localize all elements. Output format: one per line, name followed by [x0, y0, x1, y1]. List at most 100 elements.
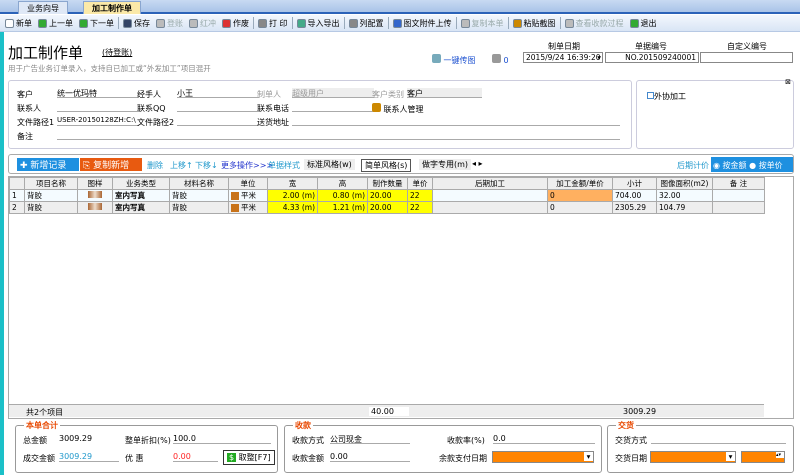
customer-field[interactable]: 统一优玛特: [57, 88, 139, 98]
round-button[interactable]: $ 取整[F7]: [223, 450, 275, 465]
customer-type-field[interactable]: 客户: [407, 88, 482, 98]
table-cell[interactable]: [432, 189, 548, 202]
number-field[interactable]: NO.201509240001: [605, 52, 699, 63]
column-header[interactable]: 小计: [612, 177, 657, 190]
move-down-link[interactable]: 下移↓: [195, 160, 218, 171]
table-cell[interactable]: 背胶: [24, 201, 78, 214]
column-header[interactable]: 制作数量: [367, 177, 408, 190]
column-header[interactable]: 后期加工: [432, 177, 548, 190]
table-cell[interactable]: 104.79: [656, 201, 713, 214]
tab-business-guide[interactable]: 业务向导: [18, 1, 68, 14]
path2-field[interactable]: [177, 116, 259, 126]
payment-amount-field[interactable]: 0.00: [330, 452, 410, 462]
table-cell[interactable]: 2: [9, 201, 25, 214]
qq-field[interactable]: [177, 102, 259, 112]
table-cell[interactable]: [712, 189, 765, 202]
copy-add-button[interactable]: ⎘ 复制新增: [80, 158, 142, 171]
table-cell[interactable]: 22: [407, 189, 433, 202]
contact-field[interactable]: [57, 102, 139, 112]
handler-field[interactable]: 小王: [177, 88, 259, 98]
table-row[interactable]: 1 背胶 室内写真 背胶 平米 2.00 (m) 0.80 (m) 20.00 22 0 704.0…: [9, 189, 765, 202]
table-cell[interactable]: 1.21 (m): [317, 201, 368, 214]
send-image-button[interactable]: 一键传图: [432, 54, 476, 66]
path1-field[interactable]: USER-20150128ZH:C:\: [57, 116, 139, 126]
more-actions-link[interactable]: 更多操作>>>: [221, 160, 273, 171]
paste-screenshot-button[interactable]: 粘贴截图: [511, 18, 558, 29]
column-header[interactable]: 加工金额/单价: [547, 177, 613, 190]
table-cell[interactable]: 2.00 (m): [267, 189, 318, 202]
column-header[interactable]: 项目名称: [24, 177, 78, 190]
move-up-link[interactable]: 上移↑: [170, 160, 193, 171]
table-cell[interactable]: 0: [547, 201, 613, 214]
style-link[interactable]: 单据样式: [268, 160, 300, 171]
custom-number-field[interactable]: [700, 52, 793, 63]
discount-field[interactable]: 100.0: [173, 434, 271, 444]
table-cell[interactable]: [77, 189, 113, 202]
column-header[interactable]: 单价: [407, 177, 433, 190]
pricing-mode[interactable]: ◉ 按金额 ● 按单价: [711, 157, 793, 172]
table-cell[interactable]: 0.80 (m): [317, 189, 368, 202]
close-icon[interactable]: ⊠: [785, 78, 791, 86]
table-cell[interactable]: [432, 201, 548, 214]
payment-rate-field[interactable]: 0.0: [493, 434, 595, 444]
phone-field[interactable]: [292, 102, 374, 112]
import-export-button[interactable]: 导入导出: [295, 18, 342, 29]
column-config-button[interactable]: 列配置: [347, 18, 386, 29]
delivery-time-spinner[interactable]: ▴▾: [741, 451, 785, 463]
upload-attachment-button[interactable]: 图文附件上传: [391, 18, 454, 29]
table-cell[interactable]: 室内写真: [112, 189, 170, 202]
table-cell[interactable]: 22: [407, 201, 433, 214]
status-link[interactable]: (待登账): [102, 47, 132, 58]
due-date-field[interactable]: ▾: [492, 451, 594, 463]
table-cell[interactable]: 4.33 (m): [267, 201, 318, 214]
deal-field[interactable]: 3009.29: [59, 452, 119, 462]
table-cell[interactable]: 32.00: [656, 189, 713, 202]
table-cell[interactable]: 背胶: [24, 189, 78, 202]
column-header[interactable]: 备 注: [712, 177, 765, 190]
table-cell[interactable]: 20.00: [367, 201, 408, 214]
column-header[interactable]: 单位: [228, 177, 268, 190]
payment-method-field[interactable]: 公司现金: [330, 434, 410, 444]
column-header[interactable]: 图样: [77, 177, 113, 190]
delete-link[interactable]: 删除: [147, 160, 163, 171]
promo-field[interactable]: 0.00: [173, 452, 218, 462]
tab-processing-order[interactable]: 加工制作单: [83, 1, 141, 14]
table-cell[interactable]: 1: [9, 189, 25, 202]
table-row[interactable]: 2 背胶 室内写真 背胶 平米 4.33 (m) 1.21 (m) 20.00 22 0 2305.…: [9, 201, 765, 214]
style-lettering[interactable]: 做字专用(m): [419, 159, 472, 170]
style-simple[interactable]: 简单风格(s): [361, 159, 412, 172]
add-record-button[interactable]: ✚ 新增记录: [17, 158, 79, 171]
delivery-method-field[interactable]: [651, 434, 786, 444]
table-cell[interactable]: [712, 201, 765, 214]
scroll-arrows[interactable]: ◂ ▸: [472, 159, 483, 168]
exit-button[interactable]: 退出: [628, 18, 659, 29]
style-standard[interactable]: 标准风格(w): [304, 159, 355, 170]
column-header[interactable]: 宽: [267, 177, 318, 190]
delivery-date-field[interactable]: ▾: [650, 451, 736, 463]
outsource-checkbox[interactable]: 外协加工: [647, 91, 686, 102]
column-header[interactable]: 材料名称: [169, 177, 229, 190]
note-field[interactable]: [57, 130, 620, 140]
table-cell[interactable]: 2305.29: [612, 201, 657, 214]
table-cell[interactable]: 背胶: [169, 189, 229, 202]
column-header[interactable]: 高: [317, 177, 368, 190]
copy-order-button[interactable]: 复制本单: [459, 18, 506, 29]
reverse-button[interactable]: 红冲: [187, 18, 218, 29]
post-button[interactable]: 登账: [154, 18, 185, 29]
table-cell[interactable]: 20.00: [367, 189, 408, 202]
new-button[interactable]: 新单: [3, 18, 34, 29]
table-cell[interactable]: 平米: [228, 189, 268, 202]
column-header[interactable]: 图像面积(m2): [656, 177, 713, 190]
address-field[interactable]: [292, 116, 620, 126]
table-cell[interactable]: 背胶: [169, 201, 229, 214]
contact-manager-button[interactable]: 联系人管理: [372, 103, 424, 115]
view-payment-button[interactable]: 查看收款过程: [563, 18, 626, 29]
next-button[interactable]: 下一单: [77, 18, 116, 29]
column-header[interactable]: 业务类型: [112, 177, 170, 190]
print-button[interactable]: 打 印: [256, 18, 290, 29]
void-button[interactable]: 作废: [220, 18, 251, 29]
table-cell[interactable]: 0: [547, 189, 613, 202]
table-cell[interactable]: [77, 201, 113, 214]
table-cell[interactable]: 平米: [228, 201, 268, 214]
table-cell[interactable]: 室内写真: [112, 201, 170, 214]
